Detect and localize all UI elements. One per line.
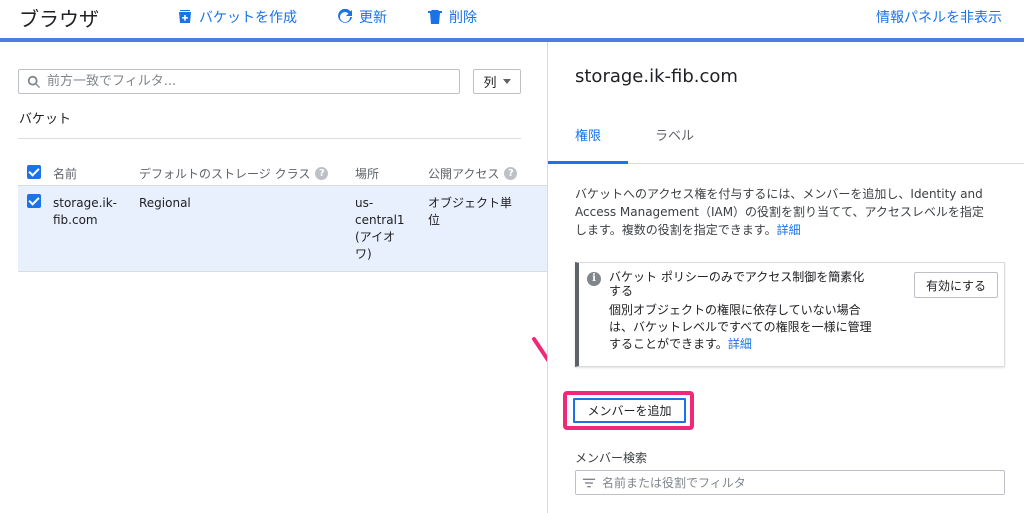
top-toolbar: ブラウザ バケットを作成 更新 削除 情報パネルを非表示 (0, 0, 1024, 38)
uniform-access-notice: i バケット ポリシーのみでアクセス制御を簡素化 する 個別オブジェクトの権限に… (575, 262, 1005, 367)
info-panel-title: storage.ik-fib.com (575, 66, 738, 87)
refresh-label: 更新 (359, 10, 387, 26)
prefix-filter-input[interactable] (47, 74, 447, 89)
buckets-section-label: バケット (19, 112, 72, 127)
table-header: 名前 デフォルトのストレージ クラス? 場所 公開アクセス? (18, 158, 547, 186)
hide-info-panel-button[interactable]: 情報パネルを非表示 (876, 6, 1002, 28)
member-search-label: メンバー検索 (575, 451, 648, 465)
row-checkbox[interactable] (27, 194, 41, 208)
help-icon[interactable]: ? (315, 167, 329, 180)
search-icon (27, 75, 41, 88)
delete-button[interactable]: 削除 (427, 6, 477, 28)
column-header-public-access[interactable]: 公開アクセス? (428, 165, 518, 182)
columns-label: 列 (483, 76, 497, 91)
page-title: ブラウザ (19, 7, 99, 31)
delete-label: 削除 (449, 10, 477, 26)
filter-icon (582, 478, 596, 487)
location-cell: us- central1 (アイオ ワ) (355, 196, 405, 261)
add-member-button[interactable]: メンバーを追加 (573, 398, 686, 423)
learn-more-link[interactable]: 詳細 (777, 223, 801, 237)
hide-info-panel-label: 情報パネルを非表示 (876, 10, 1002, 26)
create-bucket-button[interactable]: バケットを作成 (177, 6, 297, 28)
help-icon[interactable]: ? (504, 167, 518, 180)
column-header-storage-class[interactable]: デフォルトのストレージ クラス? (139, 165, 329, 182)
add-bucket-icon (179, 10, 191, 23)
info-panel: storage.ik-fib.com 権限 ラベル バケットへのアクセス権を付与… (547, 42, 1024, 513)
enable-button[interactable]: 有効にする (914, 272, 998, 298)
member-filter-input[interactable] (602, 475, 982, 490)
public-access-cell: オブジェクト単 位 (428, 196, 513, 227)
tab-permissions[interactable]: 権限 (548, 128, 629, 164)
prefix-filter[interactable] (18, 69, 460, 94)
column-header-location[interactable]: 場所 (355, 165, 379, 182)
member-filter[interactable] (575, 470, 1005, 495)
info-icon: i (587, 272, 601, 286)
columns-dropdown[interactable]: 列 (473, 69, 521, 94)
refresh-icon (338, 9, 352, 23)
bucket-name-link[interactable]: storage.ik- fib.com (53, 195, 117, 229)
column-header-name[interactable]: 名前 (53, 165, 77, 182)
storage-class-cell: Regional (139, 196, 191, 210)
permissions-description: バケットへのアクセス権を付与するには、メンバーを追加し、Identity and… (575, 187, 984, 237)
notice-title: バケット ポリシーのみでアクセス制御を簡素化 する (609, 270, 865, 298)
section-divider (18, 138, 521, 139)
refresh-button[interactable]: 更新 (337, 6, 387, 28)
table-row[interactable]: storage.ik- fib.com Regional us- central… (18, 186, 547, 272)
trash-icon (428, 10, 442, 24)
create-bucket-label: バケットを作成 (199, 10, 297, 26)
notice-body: 個別オブジェクトの権限に依存していない場合 は、バケットレベルですべての権限を一… (609, 303, 872, 351)
info-panel-tabs: 権限 ラベル (548, 120, 1024, 164)
tab-labels[interactable]: ラベル (628, 128, 721, 164)
caret-down-icon (502, 79, 511, 84)
select-all-checkbox[interactable] (27, 165, 41, 179)
notice-learn-more-link[interactable]: 詳細 (728, 337, 752, 351)
